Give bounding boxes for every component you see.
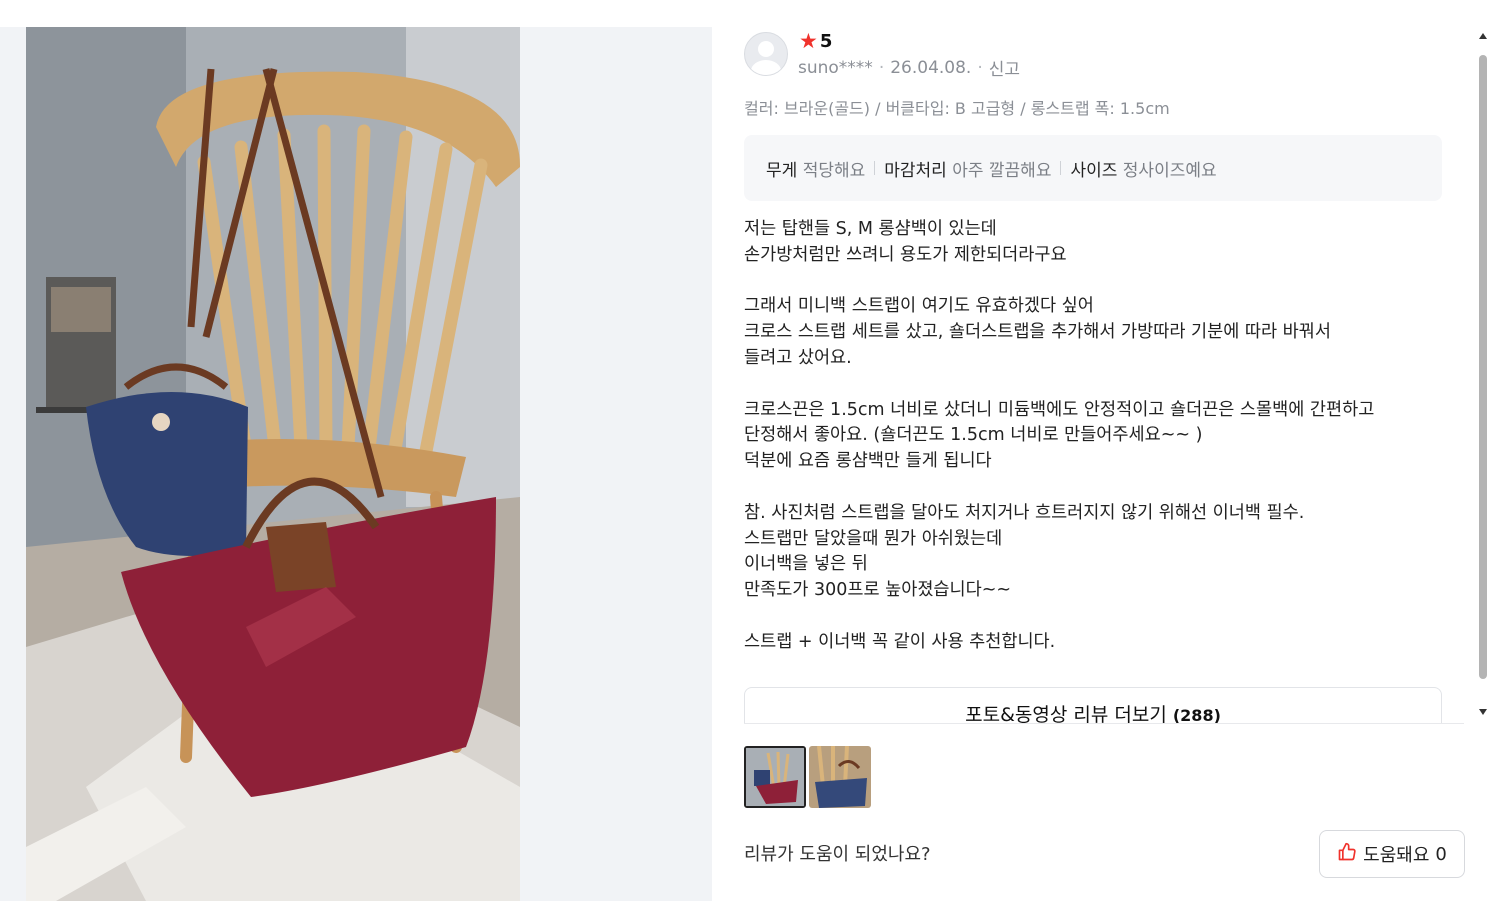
star-icon: ★ bbox=[799, 29, 818, 53]
meta-separator: · bbox=[977, 57, 983, 78]
review-body: 저는 탑핸들 S, M 롱샴백이 있는데손가방처럼만 쓰려니 용도가 제한되더라… bbox=[744, 217, 1444, 656]
review-body-line: 저는 탑핸들 S, M 롱샴백이 있는데 bbox=[744, 219, 997, 239]
scroll-up-icon[interactable] bbox=[1479, 33, 1487, 39]
scrollbar-thumb[interactable] bbox=[1479, 55, 1487, 679]
review-photo-illustration bbox=[26, 27, 520, 901]
review-body-line: 덕분에 요즘 롱샴백만 들게 됩니다 bbox=[744, 451, 992, 472]
evaluation-weight: 무게 적당해요 bbox=[766, 160, 866, 181]
scroll-down-icon[interactable] bbox=[1479, 709, 1487, 715]
meta-separator: · bbox=[878, 57, 885, 78]
rating-value: 5 bbox=[819, 30, 833, 52]
review-body-line: 들려고 샀어요. bbox=[744, 347, 852, 368]
review-body-line: 참. 사진처럼 스트랩을 달아도 처지거나 흐트러지지 않기 위해선 이너백 필… bbox=[744, 502, 1305, 523]
review-date: 26.04.08. bbox=[890, 57, 972, 78]
helpful-label: 도움돼요 bbox=[1363, 845, 1430, 866]
review-body-line: 손가방처럼만 쓰려니 용도가 제한되더라구요 bbox=[744, 244, 1067, 265]
review-card: ★ 5 suno**** · 26.04.08. · 신고 컬러: 브라운(골드… bbox=[712, 27, 1476, 901]
review-body-line: 이너백을 넣은 뒤 bbox=[744, 554, 868, 575]
evaluation-finish: 마감처리 아주 깔끔해요 bbox=[884, 160, 1052, 181]
reviewer-name: suno**** bbox=[798, 57, 873, 78]
photo-thumbnail-2[interactable] bbox=[809, 746, 871, 808]
review-meta: suno**** · 26.04.08. · 신고 bbox=[798, 55, 1020, 81]
review-body-line: 그래서 미니백 스트랩이 여기도 유효하겠다 싶어 bbox=[744, 296, 1094, 317]
report-link[interactable]: 신고 bbox=[989, 55, 1020, 80]
review-body-line: 스트랩 + 이너백 꼭 같이 사용 추천합니다. bbox=[744, 631, 1056, 652]
evaluation-summary: 무게 적당해요 마감처리 아주 깔끔해요 사이즈 정사이즈예요 bbox=[744, 135, 1442, 201]
thumbs-up-icon bbox=[1337, 842, 1357, 867]
scrollbar[interactable] bbox=[1476, 27, 1488, 717]
review-body-line: 단정해서 좋아요. (숄더끈도 1.5cm 너비로 만들어주세요~~ ) bbox=[744, 425, 1203, 446]
evaluation-divider bbox=[874, 161, 876, 175]
review-photo[interactable] bbox=[26, 27, 520, 901]
photo-thumbnail-1[interactable] bbox=[744, 746, 806, 808]
review-body-line: 스트랩만 달았을때 뭔가 아쉬웠는데 bbox=[744, 528, 1003, 549]
evaluation-size: 사이즈 정사이즈예요 bbox=[1070, 160, 1217, 181]
review-body-line: 크로스끈은 1.5cm 너비로 샀더니 미듐백에도 안정적이고 숄더끈은 스몰백… bbox=[744, 399, 1375, 420]
helpful-button[interactable]: 도움돼요 0 bbox=[1319, 830, 1465, 878]
helpful-count: 0 bbox=[1435, 843, 1447, 865]
rating: ★ 5 bbox=[799, 29, 832, 53]
review-body-line: 크로스 스트랩 세트를 샀고, 숄더스트랩을 추가해서 가방따라 기분에 따라 … bbox=[744, 322, 1331, 343]
evaluation-divider bbox=[1060, 161, 1062, 175]
more-photo-reviews-button[interactable]: 포토&동영상 리뷰 더보기 (288) bbox=[744, 687, 1442, 723]
photo-thumbnails bbox=[744, 746, 871, 808]
purchased-options: 컬러: 브라운(골드) / 버클타입: B 고급형 / 롱스트랩 폭: 1.5c… bbox=[744, 99, 1170, 118]
divider bbox=[744, 723, 1464, 724]
review-body-line: 만족도가 300프로 높아졌습니다~~ bbox=[744, 580, 1012, 601]
photo-viewer bbox=[0, 27, 712, 901]
avatar-icon bbox=[744, 32, 788, 76]
helpful-question: 리뷰가 도움이 되었나요? bbox=[744, 844, 931, 865]
